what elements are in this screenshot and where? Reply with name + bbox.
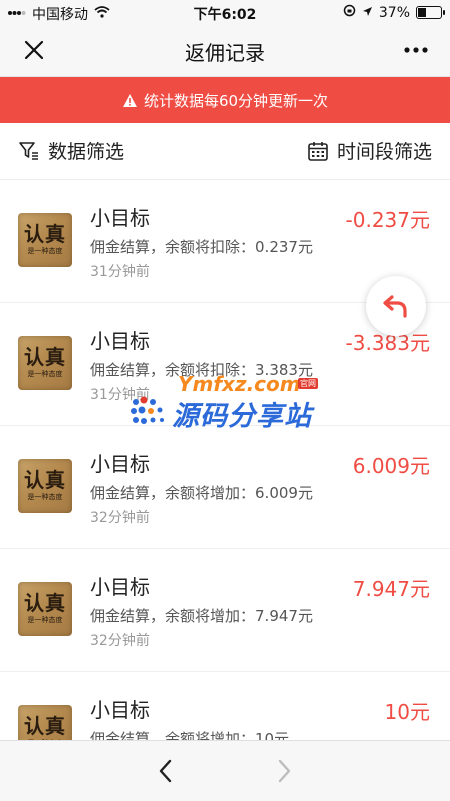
record-name: 小目标	[90, 698, 150, 722]
rotation-lock-icon	[343, 4, 356, 21]
battery-percent: 37%	[378, 4, 410, 21]
logo-title: 认真	[24, 591, 66, 615]
list-item[interactable]: 认真 是一种态度 小目标 佣金结算，余额将增加：7.947元 32分钟前 7.9…	[0, 549, 450, 672]
filter-icon	[19, 141, 38, 160]
logo-title: 认真	[24, 714, 66, 738]
logo-subtitle: 是一种态度	[27, 493, 63, 501]
record-amount: 6.009元	[352, 454, 430, 478]
update-notice: 统计数据每60分钟更新一次	[0, 77, 450, 123]
record-amount: -0.237元	[345, 208, 430, 232]
return-fab-button[interactable]	[366, 276, 426, 336]
record-name: 小目标	[90, 452, 150, 476]
merchant-logo: 认真 是一种态度	[18, 459, 72, 513]
record-desc: 佣金结算，余额将扣除：3.383元	[90, 361, 313, 379]
time-filter-button[interactable]: 时间段筛选	[307, 137, 432, 164]
record-name: 小目标	[90, 206, 150, 230]
record-time: 31分钟前	[90, 264, 150, 280]
record-time: 32分钟前	[90, 633, 150, 649]
notice-text: 统计数据每60分钟更新一次	[143, 91, 329, 110]
record-desc: 佣金结算，余额将增加：7.947元	[90, 607, 313, 625]
merchant-logo: 认真 是一种态度	[18, 582, 72, 636]
logo-subtitle: 是一种态度	[27, 247, 63, 255]
chevron-left-icon	[159, 759, 172, 783]
data-filter-button[interactable]: 数据筛选	[18, 137, 124, 164]
record-desc: 佣金结算，余额将扣除：0.237元	[90, 238, 313, 256]
chevron-right-icon	[278, 759, 291, 783]
more-button[interactable]	[400, 36, 432, 64]
nav-bar: 返佣记录	[0, 24, 450, 77]
data-filter-label: 数据筛选	[48, 141, 125, 163]
time-filter-label: 时间段筛选	[336, 141, 432, 163]
logo-subtitle: 是一种态度	[27, 616, 63, 624]
location-icon	[362, 5, 373, 21]
record-time: 32分钟前	[90, 510, 150, 526]
calendar-icon	[308, 141, 328, 161]
merchant-logo: 认真 是一种态度	[18, 213, 72, 267]
bottom-toolbar	[0, 740, 450, 801]
filter-bar: 数据筛选 时间段筛选	[0, 123, 450, 180]
return-arrow-icon	[383, 295, 407, 318]
logo-title: 认真	[24, 345, 66, 369]
warning-icon	[122, 93, 137, 107]
status-right: 37%	[343, 4, 445, 21]
merchant-logo: 认真 是一种态度	[18, 336, 72, 390]
logo-title: 认真	[24, 468, 66, 492]
logo-subtitle: 是一种态度	[27, 370, 63, 378]
list-item[interactable]: 认真 是一种态度 小目标 佣金结算，余额将增加：6.009元 32分钟前 6.0…	[0, 426, 450, 549]
logo-title: 认真	[24, 222, 66, 246]
battery-icon	[416, 6, 445, 19]
more-icon	[404, 47, 428, 53]
back-button[interactable]	[154, 757, 178, 785]
record-amount: 7.947元	[352, 577, 430, 601]
record-name: 小目标	[90, 575, 150, 599]
forward-button[interactable]	[272, 757, 296, 785]
record-amount: 10元	[384, 700, 430, 724]
page-title: 返佣记录	[185, 41, 265, 65]
record-name: 小目标	[90, 329, 150, 353]
record-time: 31分钟前	[90, 387, 150, 403]
record-list: 认真 是一种态度 小目标 佣金结算，余额将扣除：0.237元 31分钟前 -0.…	[0, 180, 450, 795]
record-desc: 佣金结算，余额将增加：6.009元	[90, 484, 313, 502]
status-bar: 中国移动 下午6:02 37%	[0, 0, 450, 24]
